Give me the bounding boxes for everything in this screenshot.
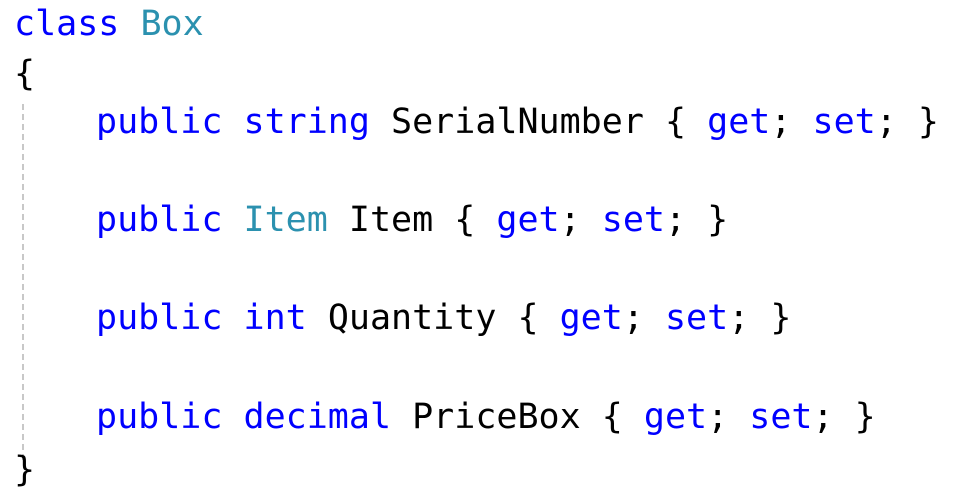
property-type: Item bbox=[243, 200, 328, 240]
close-brace: } bbox=[14, 450, 36, 490]
property-line-item: public Item Item { get; set; } bbox=[96, 200, 729, 240]
access-modifier: public bbox=[96, 200, 223, 240]
property-name: Item bbox=[348, 200, 434, 240]
get-accessor: get bbox=[496, 200, 560, 240]
property-type: string bbox=[243, 102, 370, 142]
class-declaration-line: class Box bbox=[14, 2, 204, 46]
property-name: Quantity bbox=[327, 298, 497, 338]
set-accessor: set bbox=[749, 397, 813, 437]
code-editor[interactable]: class Box { public string SerialNumber {… bbox=[0, 0, 973, 502]
property-line-quantity: public int Quantity { get; set; } bbox=[96, 298, 792, 338]
class-name: Box bbox=[140, 4, 204, 44]
set-accessor: set bbox=[664, 298, 729, 338]
access-modifier: public bbox=[96, 298, 223, 338]
open-brace-line: { bbox=[14, 52, 35, 96]
property-type: decimal bbox=[243, 397, 392, 437]
property-line-serialnumber: public string SerialNumber { get; set; } bbox=[96, 102, 939, 142]
property-name: PriceBox bbox=[412, 397, 581, 437]
get-accessor: get bbox=[643, 397, 708, 437]
indent-guide bbox=[22, 104, 24, 460]
open-brace: { bbox=[14, 54, 36, 94]
class-keyword: class bbox=[14, 4, 120, 44]
get-accessor: get bbox=[707, 102, 771, 142]
set-accessor: set bbox=[812, 102, 876, 142]
set-accessor: set bbox=[601, 200, 665, 240]
property-line-pricebox: public decimal PriceBox { get; set; } bbox=[96, 397, 876, 437]
property-type: int bbox=[243, 298, 307, 338]
get-accessor: get bbox=[559, 298, 623, 338]
close-brace-line: } bbox=[14, 448, 35, 492]
access-modifier: public bbox=[96, 102, 223, 142]
property-name: SerialNumber bbox=[391, 102, 644, 142]
access-modifier: public bbox=[96, 397, 223, 437]
